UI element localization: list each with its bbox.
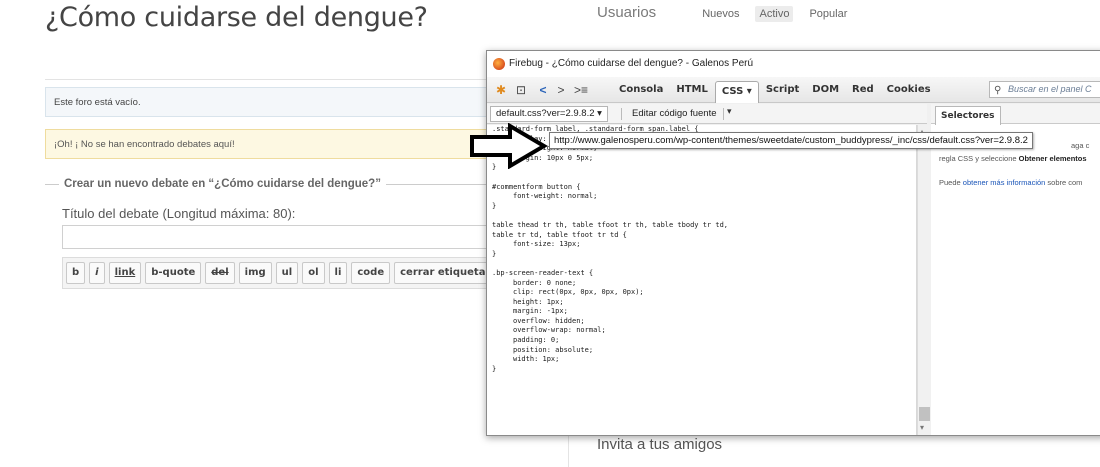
code-line: width: 1px;	[513, 355, 560, 364]
code-line: table thead tr th, table tfoot tr th, ta…	[492, 220, 729, 229]
code-line: margin: -1px;	[513, 307, 568, 316]
firefox-logo-icon	[493, 58, 505, 70]
side-panel: Selectores aga c regla CSS y seleccione …	[931, 104, 1100, 435]
qt-link-button[interactable]: link	[108, 262, 142, 284]
code-line: clip: rect(0px, 0px, 0px, 0px);	[513, 288, 644, 297]
code-line: overflow-wrap: normal;	[513, 326, 606, 335]
edit-source-button[interactable]: Editar código fuente	[627, 106, 722, 122]
qt-code-button[interactable]: code	[351, 262, 391, 284]
code-line: #commentform button {	[492, 182, 581, 191]
firebug-panel-tabs: Consola HTML CSS ▾ Script DOM Red Cookie…	[613, 77, 937, 103]
new-topic-legend: Crear un nuevo debate en “¿Cómo cuidarse…	[59, 178, 386, 190]
code-blank	[492, 211, 916, 221]
tab-net[interactable]: Red	[846, 80, 880, 100]
firebug-toolbar: ✱ ⊡ < > >≡ Consola HTML CSS ▾ Script DOM…	[487, 77, 1100, 103]
side-help-text: Puede obtener más información sobre com	[939, 178, 1083, 187]
toolbar-separator	[621, 108, 622, 120]
toolbar-separator	[723, 108, 724, 120]
divider	[45, 79, 545, 80]
topic-title-input[interactable]	[62, 225, 502, 249]
qt-close-tags-button[interactable]: cerrar etiquetas	[394, 262, 498, 284]
learn-more-link[interactable]: obtener más información	[963, 178, 1046, 187]
chevron-down-icon[interactable]: ▾	[727, 106, 732, 117]
forward-arrow-icon[interactable]: >	[553, 82, 569, 98]
code-line: height: 1px;	[513, 297, 564, 306]
code-line: border: 0 none;	[513, 278, 577, 287]
search-icon: ⚲	[994, 85, 1002, 96]
code-line: font-size: 13px;	[513, 240, 581, 249]
tab-active[interactable]: Activo	[755, 6, 794, 22]
scrollbar-thumb[interactable]	[919, 407, 930, 421]
code-line: }	[492, 201, 497, 210]
stylesheet-select[interactable]: default.css?ver=2.9.8.2 ▾	[490, 106, 608, 122]
code-scrollbar[interactable]: ▴ ▾	[917, 125, 931, 435]
code-line: }	[492, 163, 497, 172]
quicktags-toolbar: b i link b-quote del img ul ol li code c…	[62, 257, 502, 289]
code-line: padding: 0;	[513, 336, 560, 345]
chevron-down-icon[interactable]: ▾	[920, 423, 924, 432]
side-help-text: aga c	[1071, 141, 1090, 150]
tab-popular[interactable]: Popular	[805, 6, 851, 22]
back-arrow-icon[interactable]: <	[535, 82, 551, 98]
inspect-element-icon[interactable]: ⊡	[513, 82, 529, 98]
code-line: font-weight: normal;	[513, 192, 598, 201]
tab-console[interactable]: Consola	[613, 80, 669, 100]
topic-title-label: Título del debate (Longitud máxima: 80):	[62, 206, 296, 221]
code-line: }	[492, 364, 497, 373]
tab-cookies[interactable]: Cookies	[881, 80, 937, 100]
qt-blockquote-button[interactable]: b-quote	[145, 262, 202, 284]
side-panel-tabs: Selectores	[931, 104, 1100, 125]
css-source-view[interactable]: .standard-form label, .standard-form spa…	[487, 125, 917, 435]
tab-newest[interactable]: Nuevos	[698, 6, 743, 22]
css-subtoolbar: default.css?ver=2.9.8.2 ▾ Editar código …	[487, 104, 927, 124]
panel-search-input[interactable]: ⚲ Buscar en el panel C	[989, 81, 1100, 98]
stylesheet-url-tooltip: http://www.galenosperu.com/wp-content/th…	[549, 132, 1033, 149]
search-placeholder: Buscar en el panel C	[1008, 84, 1092, 94]
invite-friends-heading: Invita a tus amigos	[597, 436, 723, 453]
code-line: overflow: hidden;	[513, 316, 585, 325]
tab-users[interactable]: Usuarios	[597, 4, 656, 21]
tab-css[interactable]: CSS ▾	[714, 81, 759, 103]
qt-img-button[interactable]: img	[238, 262, 272, 284]
firebug-titlebar: Firebug - ¿Cómo cuidarse del dengue? - G…	[487, 51, 1100, 77]
qt-li-button[interactable]: li	[328, 262, 348, 284]
code-blank	[492, 259, 916, 269]
tab-html[interactable]: HTML	[670, 80, 714, 100]
firebug-bug-icon[interactable]: ✱	[493, 82, 509, 98]
code-line: table tr td, table tfoot tr td {	[492, 230, 627, 239]
code-line: .bp-screen-reader-text {	[492, 268, 594, 277]
members-tabs: Usuarios Nuevos Activo Popular	[597, 4, 851, 22]
code-line: margin: 10px 0 5px;	[513, 153, 594, 162]
pointer-arrow-icon	[470, 123, 548, 169]
qt-bold-button[interactable]: b	[66, 262, 86, 284]
qt-italic-button[interactable]: i	[89, 262, 105, 284]
forum-empty-notice: Este foro está vacío.	[45, 87, 545, 117]
code-line: position: absolute;	[513, 345, 594, 354]
new-topic-fieldset	[45, 184, 545, 324]
tab-dom[interactable]: DOM	[806, 80, 845, 100]
tab-selectors[interactable]: Selectores	[935, 106, 1001, 125]
qt-del-button[interactable]: del	[205, 262, 235, 284]
firebug-window: Firebug - ¿Cómo cuidarse del dengue? - G…	[486, 50, 1100, 436]
side-help-text: regla CSS y seleccione Obtener elementos	[939, 154, 1087, 163]
tab-script[interactable]: Script	[760, 80, 805, 100]
code-line: }	[492, 249, 497, 258]
qt-ol-button[interactable]: ol	[302, 262, 325, 284]
qt-ul-button[interactable]: ul	[275, 262, 299, 284]
code-blank	[492, 173, 916, 183]
command-line-icon[interactable]: >≡	[573, 82, 589, 98]
page-title: ¿Cómo cuidarse del dengue?	[45, 2, 428, 33]
